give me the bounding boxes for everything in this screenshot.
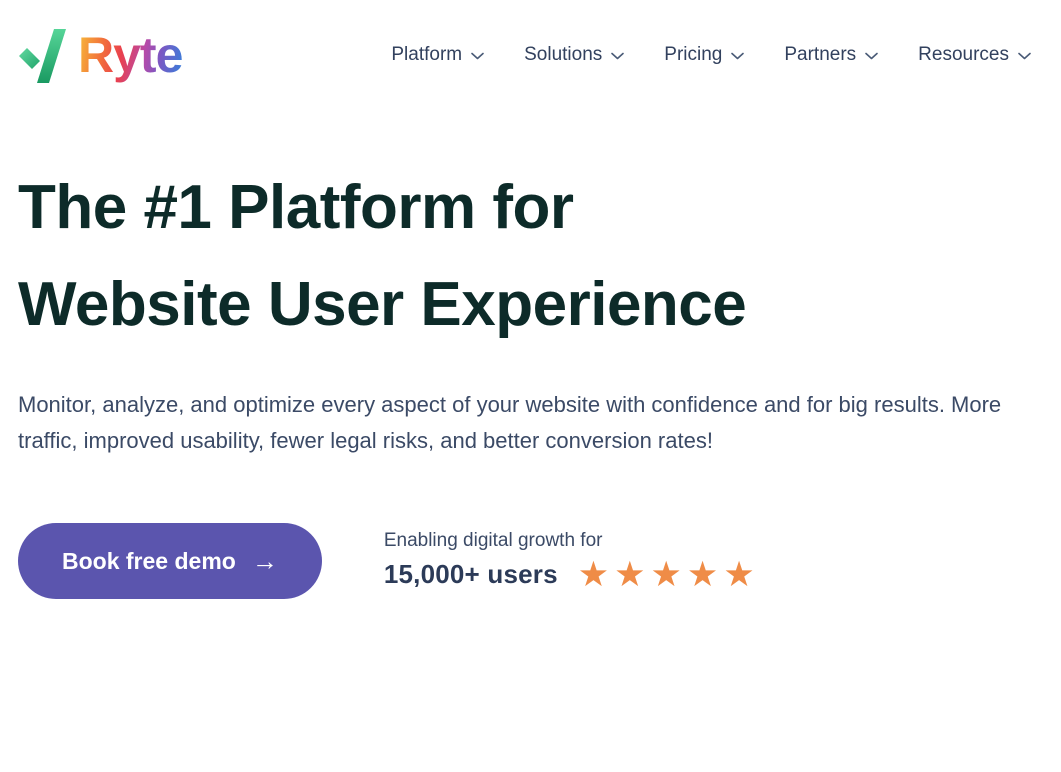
social-proof-line: Enabling digital growth for — [384, 530, 760, 552]
nav-label: Resources — [918, 44, 1009, 66]
hero-section: The #1 Platform for Website User Experien… — [0, 160, 1061, 599]
hero-title-line1: The #1 Platform for — [18, 173, 574, 242]
ryte-checkmark-icon — [18, 26, 74, 84]
nav-label: Platform — [391, 44, 462, 66]
star-icon: ★ — [614, 555, 650, 594]
star-icon: ★ — [687, 555, 723, 594]
star-icon: ★ — [578, 555, 614, 594]
social-proof: Enabling digital growth for 15,000+ user… — [384, 530, 760, 592]
chevron-down-icon — [471, 44, 484, 66]
nav-label: Solutions — [524, 44, 602, 66]
hero-title: The #1 Platform for Website User Experien… — [18, 160, 1031, 353]
chevron-down-icon — [611, 44, 624, 66]
landing-page: Ryte Platform Solutions Pricing Partners… — [0, 0, 1061, 772]
hero-description: Monitor, analyze, and optimize every asp… — [18, 387, 1013, 459]
star-icon: ★ — [651, 555, 687, 594]
nav-item-solutions[interactable]: Solutions — [524, 44, 624, 66]
book-free-demo-button[interactable]: Book free demo → — [18, 523, 322, 599]
chevron-down-icon — [1018, 44, 1031, 66]
nav-label: Partners — [784, 44, 856, 66]
arrow-right-icon: → — [252, 548, 278, 574]
chevron-down-icon — [865, 44, 878, 66]
nav-item-resources[interactable]: Resources — [918, 44, 1031, 66]
cta-row: Book free demo → Enabling digital growth… — [18, 523, 1031, 599]
nav-item-partners[interactable]: Partners — [784, 44, 878, 66]
star-icon: ★ — [723, 555, 759, 594]
social-proof-row: 15,000+ users ★★★★★ — [384, 557, 760, 592]
ryte-wordmark: Ryte — [78, 30, 182, 84]
book-free-demo-label: Book free demo — [62, 548, 236, 575]
nav-item-platform[interactable]: Platform — [391, 44, 484, 66]
nav-item-pricing[interactable]: Pricing — [664, 44, 744, 66]
hero-title-line2: Website User Experience — [18, 270, 746, 339]
nav-label: Pricing — [664, 44, 722, 66]
ryte-logo[interactable]: Ryte — [18, 26, 182, 84]
main-nav: Platform Solutions Pricing Partners Reso… — [391, 44, 1031, 66]
chevron-down-icon — [731, 44, 744, 66]
user-count: 15,000+ users — [384, 559, 558, 590]
header: Ryte Platform Solutions Pricing Partners… — [0, 0, 1061, 84]
rating-stars: ★★★★★ — [578, 557, 760, 592]
